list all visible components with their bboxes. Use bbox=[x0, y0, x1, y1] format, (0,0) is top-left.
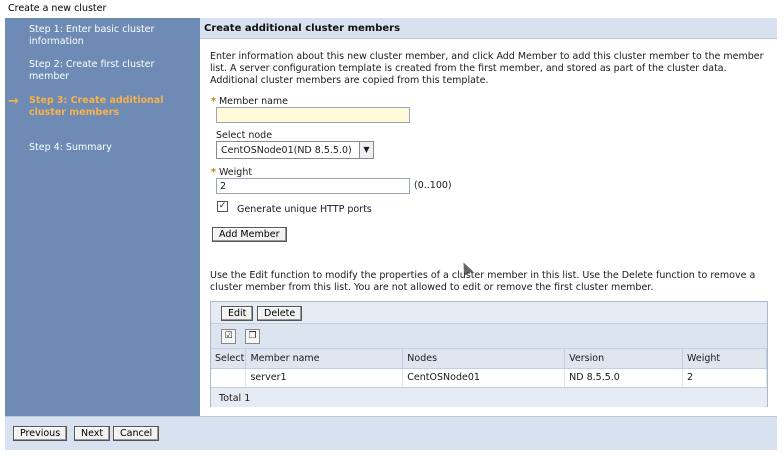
column-header-select: Select bbox=[211, 349, 247, 369]
next-button[interactable]: Next bbox=[74, 426, 111, 441]
current-step-arrow-icon: → bbox=[8, 94, 19, 109]
wizard-step-2[interactable]: Step 2: Create first cluster member bbox=[29, 59, 189, 83]
row-version: ND 8.5.5.0 bbox=[564, 368, 684, 388]
column-header-member-name[interactable]: Member name bbox=[245, 349, 404, 369]
previous-button[interactable]: Previous bbox=[13, 426, 68, 441]
deselect-all-icon[interactable]: ❐ bbox=[245, 329, 260, 344]
checkmark-icon: ✓ bbox=[218, 201, 227, 211]
content-panel: Create additional cluster members Enter … bbox=[200, 18, 777, 416]
table-total: Total 1 bbox=[211, 389, 767, 407]
weight-input[interactable]: 2 bbox=[216, 178, 410, 194]
weight-label: * Weight bbox=[211, 167, 253, 178]
column-header-version[interactable]: Version bbox=[564, 349, 684, 369]
wizard-footer: Previous Next Cancel bbox=[5, 416, 777, 450]
member-list-intro-text: Use the Edit function to modify the prop… bbox=[210, 270, 756, 293]
row-weight: 2 bbox=[682, 368, 767, 388]
required-marker-icon: * bbox=[211, 167, 216, 178]
column-header-nodes[interactable]: Nodes bbox=[402, 349, 566, 369]
row-member-name: server1 bbox=[245, 368, 404, 388]
generate-http-ports-checkbox[interactable]: ✓ bbox=[217, 201, 228, 212]
wizard-frame: Step 1: Enter basic cluster information … bbox=[5, 18, 777, 416]
delete-button[interactable]: Delete bbox=[257, 306, 303, 321]
wizard-step-1[interactable]: Step 1: Enter basic cluster information bbox=[29, 24, 189, 48]
select-all-icon[interactable]: ☑ bbox=[221, 329, 236, 344]
required-marker-icon: * bbox=[211, 96, 216, 107]
table-icon-bar: ☑ ❐ bbox=[211, 324, 767, 349]
members-grid: Select Member name Nodes Version Weight … bbox=[211, 349, 767, 388]
wizard-step-3[interactable]: Step 3: Create additional cluster member… bbox=[29, 95, 189, 119]
row-nodes: CentOSNode01 bbox=[402, 368, 566, 388]
column-header-weight[interactable]: Weight bbox=[682, 349, 767, 369]
add-member-button[interactable]: Add Member bbox=[212, 227, 287, 242]
chevron-down-icon[interactable]: ▼ bbox=[359, 142, 373, 158]
select-node-label: Select node bbox=[216, 130, 273, 141]
wizard-step-4[interactable]: Step 4: Summary bbox=[29, 142, 189, 154]
panel-title: Create additional cluster members bbox=[200, 18, 777, 39]
generate-http-ports-label: Generate unique HTTP ports bbox=[237, 204, 372, 215]
wizard-steps-sidebar: Step 1: Enter basic cluster information … bbox=[5, 18, 199, 416]
panel-intro-text: Enter information about this new cluster… bbox=[210, 51, 764, 86]
table-toolbar: Edit Delete bbox=[211, 302, 767, 324]
select-node-value: CentOSNode01(ND 8.5.5.0) bbox=[221, 145, 352, 156]
weight-range-hint: (0..100) bbox=[414, 180, 452, 191]
table-row: server1 CentOSNode01 ND 8.5.5.0 2 bbox=[211, 368, 767, 388]
row-select-cell bbox=[211, 368, 247, 388]
member-name-label: * Member name bbox=[211, 96, 289, 107]
edit-button[interactable]: Edit bbox=[221, 306, 254, 321]
cancel-button[interactable]: Cancel bbox=[113, 426, 160, 441]
member-name-input[interactable] bbox=[216, 107, 410, 123]
table-header-row: Select Member name Nodes Version Weight bbox=[211, 349, 767, 369]
select-node-dropdown[interactable]: CentOSNode01(ND 8.5.5.0) ▼ bbox=[216, 141, 374, 159]
cluster-members-table: Edit Delete ☑ ❐ Select Member name Nodes… bbox=[210, 301, 768, 407]
page-title: Create a new cluster bbox=[8, 3, 107, 14]
